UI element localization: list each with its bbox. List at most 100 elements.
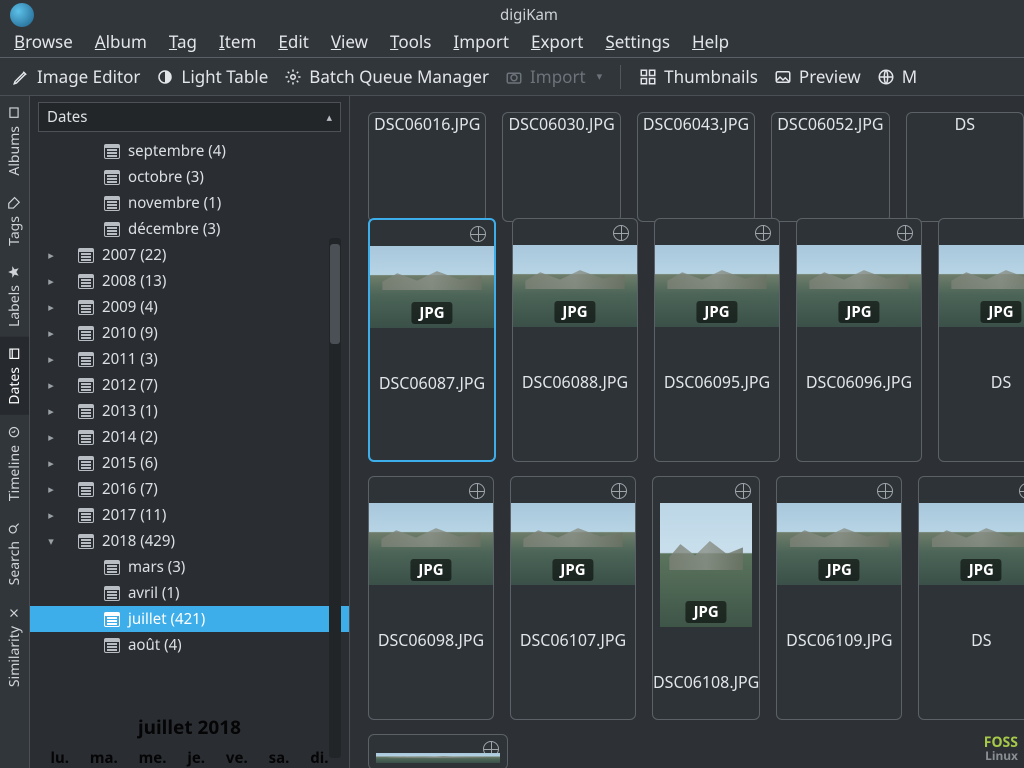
thumbnail-cell[interactable]: DS	[906, 112, 1024, 222]
tree-row[interactable]: ▸2016 (7)	[44, 476, 349, 502]
thumbnail-cell[interactable]: JPG DS	[918, 476, 1024, 720]
thumbnail-cell[interactable]: JPG DSC06088.JPG	[512, 218, 638, 462]
panel-header[interactable]: Dates ▴	[38, 102, 341, 132]
thumbnail-filename: DSC06107.JPG	[520, 629, 626, 651]
calendar-icon	[104, 170, 120, 185]
calendar-icon	[78, 378, 94, 393]
grid-icon	[639, 68, 657, 86]
menu-tools[interactable]: Tools	[390, 30, 431, 53]
similarity-icon	[8, 606, 22, 620]
thumbnail-filename: DSC06030.JPG	[508, 113, 614, 135]
tree-label: 2014 (2)	[102, 427, 158, 447]
tree-row[interactable]: ▸2014 (2)	[44, 424, 349, 450]
tree-row[interactable]: septembre (4)	[44, 138, 349, 164]
thumbnail-filename: DS	[955, 113, 975, 135]
tree-label: 2012 (7)	[102, 375, 158, 395]
thumbnail-cell[interactable]: JPG DSC06108.JPG	[652, 476, 760, 720]
menu-view[interactable]: View	[331, 30, 368, 53]
thumbnail-cell[interactable]: JPG DSC06107.JPG	[510, 476, 636, 720]
map-button[interactable]: M	[877, 65, 917, 88]
thumbnail-filename: DSC06087.JPG	[379, 372, 485, 394]
calendar-icon	[104, 560, 120, 575]
calendar-icon	[78, 430, 94, 445]
image-icon	[774, 68, 792, 86]
thumbnail-view[interactable]: DSC06016.JPG DSC06030.JPG DSC06043.JPG DSC0…	[350, 96, 1024, 768]
calendar-day-headers: lu.ma.me.je.ve.sa.di.	[30, 740, 349, 768]
thumbnail-image: JPG	[919, 503, 1024, 585]
thumbnail-cell[interactable]: DSC06030.JPG	[502, 112, 620, 222]
tree-row[interactable]: octobre (3)	[44, 164, 349, 190]
tree-row[interactable]: août (4)	[44, 632, 349, 658]
calendar-icon	[78, 326, 94, 341]
tree-row[interactable]: ▾2018 (429)	[44, 528, 349, 554]
thumbnail-image: JPG	[513, 245, 637, 327]
thumbnail-filename: DSC06052.JPG	[777, 113, 883, 135]
tree-label: 2009 (4)	[102, 297, 158, 317]
thumbnail-cell[interactable]: JPG DSC06098.JPG	[368, 476, 494, 720]
tab-timeline[interactable]: Timeline	[0, 415, 29, 511]
date-tree[interactable]: septembre (4)octobre (3)novembre (1)déce…	[30, 136, 349, 704]
menu-edit[interactable]: Edit	[278, 30, 308, 53]
star-icon	[8, 265, 22, 279]
tree-row[interactable]: ▸2013 (1)	[44, 398, 349, 424]
thumbnail-cell[interactable]: JPG DSC06087.JPG	[368, 218, 496, 462]
batch-queue-button[interactable]: Batch Queue Manager	[284, 65, 489, 88]
thumbnail-image: JPG	[655, 245, 779, 327]
watermark: FOSS Linux	[984, 736, 1018, 762]
tree-scrollbar[interactable]	[329, 238, 341, 758]
menu-help[interactable]: Help	[692, 30, 729, 53]
thumbnail-cell[interactable]: JPG DSC06109.JPG	[776, 476, 902, 720]
tree-row[interactable]: ▸2012 (7)	[44, 372, 349, 398]
thumbnail-image: JPG	[777, 503, 901, 585]
tab-albums[interactable]: Albums	[0, 96, 29, 186]
tab-dates[interactable]: Dates	[0, 337, 29, 415]
image-icon	[8, 106, 22, 120]
tree-row[interactable]: décembre (3)	[44, 216, 349, 242]
tree-row[interactable]: ▸2011 (3)	[44, 346, 349, 372]
thumbnail-cell[interactable]: JPG DS	[938, 218, 1024, 462]
tree-row[interactable]: ▸2009 (4)	[44, 294, 349, 320]
tree-label: avril (1)	[128, 583, 179, 603]
light-table-button[interactable]: Light Table	[156, 65, 268, 88]
menu-export[interactable]: Export	[531, 30, 583, 53]
thumbnail-image: JPG	[370, 246, 494, 328]
thumbnail-cell[interactable]	[368, 734, 508, 768]
menu-album[interactable]: Album	[95, 30, 147, 53]
tree-row[interactable]: ▸2017 (11)	[44, 502, 349, 528]
tree-row[interactable]: mars (3)	[44, 554, 349, 580]
thumbnail-cell[interactable]: DSC06043.JPG	[637, 112, 755, 222]
thumbnails-button[interactable]: Thumbnails	[639, 65, 758, 88]
tab-tags[interactable]: Tags	[0, 186, 29, 256]
menu-settings[interactable]: Settings	[605, 30, 670, 53]
tree-label: 2010 (9)	[102, 323, 158, 343]
calendar-icon	[78, 352, 94, 367]
tree-row[interactable]: juillet (421)	[30, 606, 349, 632]
thumbnail-cell[interactable]: DSC06052.JPG	[771, 112, 889, 222]
image-editor-button[interactable]: Image Editor	[12, 65, 140, 88]
menu-tag[interactable]: Tag	[169, 30, 197, 53]
import-button[interactable]: Import	[505, 65, 602, 88]
menu-import[interactable]: Import	[453, 30, 509, 53]
tree-label: 2008 (13)	[102, 271, 166, 291]
format-badge: JPG	[819, 559, 860, 581]
tree-row[interactable]: avril (1)	[44, 580, 349, 606]
tree-row[interactable]: ▸2008 (13)	[44, 268, 349, 294]
thumbnail-cell[interactable]: JPG DSC06096.JPG	[796, 218, 922, 462]
menu-browse[interactable]: Browse	[14, 30, 73, 53]
tree-row[interactable]: ▸2015 (6)	[44, 450, 349, 476]
preview-button[interactable]: Preview	[774, 65, 861, 88]
thumbnail-filename: DSC06109.JPG	[786, 629, 892, 651]
globe-icon	[1019, 483, 1024, 499]
thumbnail-cell[interactable]: DSC06016.JPG	[368, 112, 486, 222]
tab-search[interactable]: Search	[0, 511, 29, 595]
thumbnail-cell[interactable]: JPG DSC06095.JPG	[654, 218, 780, 462]
tab-labels[interactable]: Labels	[0, 255, 29, 337]
title-bar: digiKam	[0, 0, 1024, 30]
tree-label: 2017 (11)	[102, 505, 166, 525]
tree-row[interactable]: ▸2010 (9)	[44, 320, 349, 346]
tree-row[interactable]: ▸2007 (22)	[44, 242, 349, 268]
tree-row[interactable]: novembre (1)	[44, 190, 349, 216]
menu-item[interactable]: Item	[219, 30, 256, 53]
tab-similarity[interactable]: Similarity	[0, 596, 29, 697]
dates-panel: Dates ▴ septembre (4)octobre (3)novembre…	[30, 96, 350, 768]
